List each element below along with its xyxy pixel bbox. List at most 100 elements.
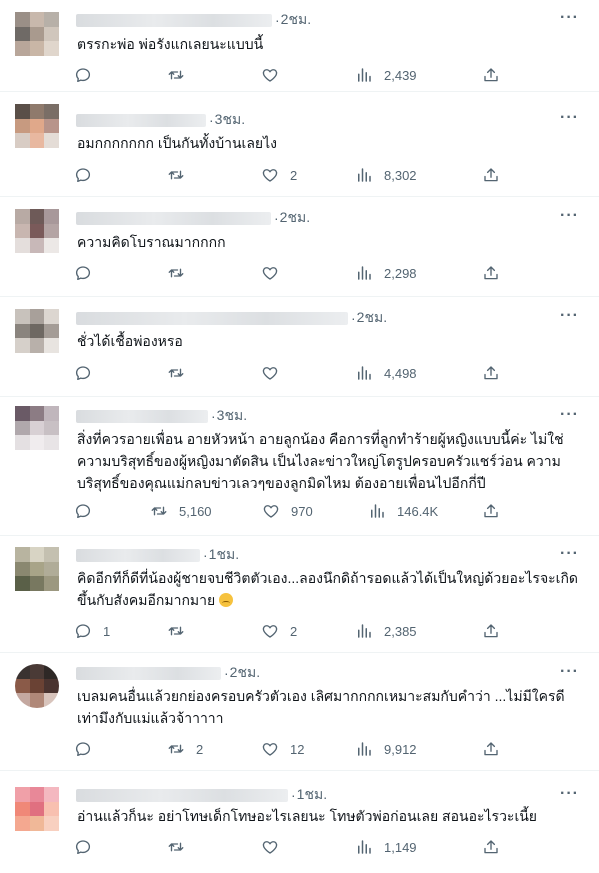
tweet-time[interactable]: 1ชม. [209, 544, 239, 566]
avatar[interactable] [15, 787, 59, 831]
reply-button[interactable]: 1 [74, 621, 110, 641]
like-button[interactable]: 970 [262, 501, 313, 521]
tweet-time[interactable]: 2ชม. [230, 662, 260, 684]
views-button[interactable]: 1,149 [355, 837, 417, 857]
share-button[interactable] [482, 837, 500, 857]
tweet-text: สิ่งที่ควรอายเพื่อน อายหัวหน้า อายลูกน้อ… [77, 431, 564, 491]
retweet-button[interactable]: 2 [167, 739, 203, 759]
share-button[interactable] [482, 263, 500, 283]
user-name[interactable] [76, 13, 272, 27]
retweet-button[interactable]: 5,160 [150, 501, 212, 521]
like-button[interactable] [261, 837, 290, 857]
tweet-text-content: คิดอีกทีก็ดีที่น้องผู้ชายจบชีวิตตัวเอง..… [77, 570, 579, 608]
share-button[interactable] [482, 65, 500, 85]
avatar[interactable] [15, 406, 59, 450]
share-button[interactable] [482, 165, 500, 185]
tweet-item[interactable]: · 2ชม. ··· ความคิดโบราณมากกกก 2,298 [0, 197, 599, 297]
user-name[interactable] [76, 409, 208, 423]
reply-button[interactable] [74, 501, 103, 521]
retweet-icon [168, 70, 184, 80]
views-icon [358, 266, 371, 280]
reply-button[interactable] [74, 363, 103, 383]
like-button[interactable] [261, 263, 290, 283]
user-name[interactable] [76, 666, 221, 680]
views-count: 1,149 [384, 839, 417, 855]
views-button[interactable]: 2,385 [355, 621, 417, 641]
views-icon [358, 742, 371, 756]
more-icon[interactable]: ··· [560, 307, 579, 325]
user-name[interactable] [76, 113, 206, 127]
tweet-time[interactable]: 3ชม. [215, 109, 245, 131]
share-button[interactable] [482, 739, 500, 759]
views-button[interactable]: 4,498 [355, 363, 417, 383]
share-button[interactable] [482, 363, 500, 383]
avatar[interactable] [15, 12, 59, 56]
views-button[interactable]: 2,298 [355, 263, 417, 283]
reply-button[interactable] [74, 837, 103, 857]
tweet-item[interactable]: · 2ชม. ··· เบลมคนอื่นแล้วยกย่องครอบครัวต… [0, 653, 599, 771]
avatar[interactable] [15, 664, 59, 708]
avatar[interactable] [15, 309, 59, 353]
tweet-time[interactable]: 3ชม. [217, 405, 247, 427]
tweet-item[interactable]: · 1ชม. ··· คิดอีกทีก็ดีที่น้องผู้ชายจบชี… [0, 536, 599, 653]
share-button[interactable] [482, 501, 500, 521]
retweet-count: 2 [196, 741, 204, 757]
tweet-time[interactable]: 2ชม. [357, 307, 387, 329]
like-button[interactable]: 12 [261, 739, 304, 759]
reply-button[interactable] [74, 165, 103, 185]
views-icon [358, 840, 371, 854]
like-button[interactable]: 2 [261, 621, 297, 641]
like-button[interactable] [261, 65, 290, 85]
reply-button[interactable] [74, 65, 103, 85]
retweet-button[interactable] [167, 837, 196, 857]
tweet-time[interactable]: 1ชม. [297, 784, 327, 806]
like-count: 2 [290, 167, 298, 183]
retweet-button[interactable] [167, 165, 196, 185]
user-name[interactable] [76, 788, 288, 802]
more-icon[interactable]: ··· [560, 663, 579, 681]
retweet-button[interactable] [167, 263, 196, 283]
retweet-button[interactable] [167, 363, 196, 383]
like-button[interactable]: 2 [261, 165, 297, 185]
tweet-item[interactable]: · 3ชม. ··· สิ่งที่ควรอายเพื่อน อายหัวหน้… [0, 397, 599, 536]
user-name[interactable] [76, 211, 271, 225]
retweet-button[interactable] [167, 621, 196, 641]
tweet-item[interactable]: · 1ชม. ··· อ่านแล้วก็นะ อย่าโทษเด็กโทษอะ… [0, 771, 599, 873]
tweet-time[interactable]: 2ชม. [280, 207, 310, 229]
tweet-time[interactable]: 2ชม. [281, 9, 311, 31]
views-count: 4,498 [384, 365, 417, 381]
retweet-button[interactable] [167, 65, 196, 85]
views-button[interactable]: 2,439 [355, 65, 417, 85]
more-icon[interactable]: ··· [560, 545, 579, 563]
avatar[interactable] [15, 547, 59, 591]
views-button[interactable]: 146.4K [368, 501, 438, 521]
tweet-text: ชั่วได้เชื้อพ่องหรอ [77, 333, 183, 349]
heart-icon [262, 841, 278, 854]
more-icon[interactable]: ··· [560, 785, 579, 803]
reply-button[interactable] [74, 263, 103, 283]
user-name[interactable] [76, 311, 348, 325]
like-button[interactable] [261, 363, 290, 383]
share-button[interactable] [482, 621, 500, 641]
more-icon[interactable]: ··· [560, 406, 579, 424]
tweet-text: ความคิดโบราณมากกกก [77, 234, 226, 250]
separator-dot: · [291, 787, 296, 803]
tweet-item[interactable]: · 2ชม. ··· ชั่วได้เชื้อพ่องหรอ 4,498 [0, 297, 599, 397]
tweet-text: อ่านแล้วก็นะ อย่าโทษเด็กโทษอะไรเลยนะ โทษ… [77, 808, 538, 824]
avatar[interactable] [15, 209, 59, 253]
reply-button[interactable] [74, 739, 103, 759]
more-icon[interactable]: ··· [560, 207, 579, 225]
like-count: 970 [291, 503, 313, 519]
user-name[interactable] [76, 548, 200, 562]
more-icon[interactable]: ··· [560, 9, 579, 27]
tweet-item[interactable]: · 2ชม. ··· ตรรกะพ่อ พ่อรังแกเลยนะแบบนี้ … [0, 0, 599, 92]
views-button[interactable]: 9,912 [355, 739, 417, 759]
heart-icon [262, 69, 278, 82]
more-icon[interactable]: ··· [560, 109, 579, 127]
heart-icon [262, 743, 278, 756]
tweet-item[interactable]: · 3ชม. ··· อมกกกกกกก เป็นกันทั้งบ้านเลยไ… [0, 92, 599, 197]
heart-icon [262, 267, 278, 280]
avatar[interactable] [15, 104, 59, 148]
views-button[interactable]: 8,302 [355, 165, 417, 185]
retweet-count: 5,160 [179, 503, 212, 519]
